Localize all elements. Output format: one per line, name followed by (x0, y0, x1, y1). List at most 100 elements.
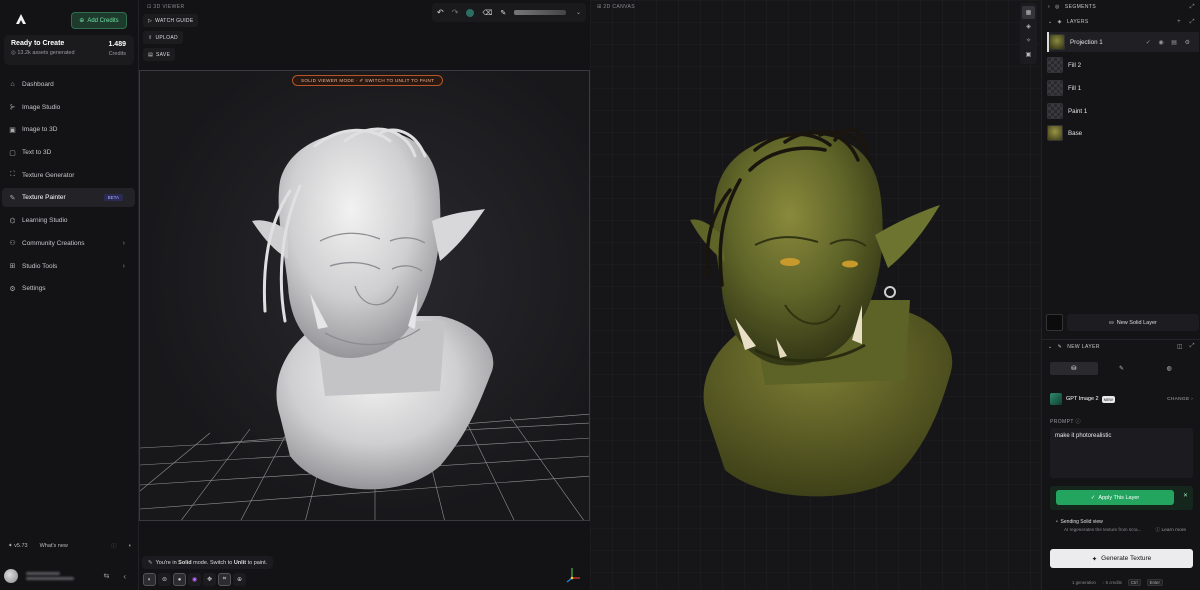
pen-icon[interactable]: ✎ (500, 9, 506, 17)
new-solid-layer-button[interactable]: ⛀ New Solid Layer (1067, 314, 1199, 331)
layers-header[interactable]: ⌄ ◈ LAYERS + ⤢ (1042, 15, 1200, 29)
viewer-3d-label: ⊡ 3D VIEWER (147, 4, 185, 10)
redo-icon[interactable]: ↷ (452, 8, 459, 17)
prompt-label: PROMPT ⓘ (1050, 419, 1081, 425)
learn-more-link[interactable]: ⓘ Learn more (1155, 526, 1186, 533)
avatar (4, 569, 18, 583)
generate-footer: 1 generation ◌ 5 credits Ctrl Enter (1072, 579, 1163, 586)
app-logo-icon[interactable] (15, 13, 27, 25)
whats-new-link[interactable]: What's new (40, 543, 68, 549)
chevron-right-icon: › (1048, 4, 1051, 10)
model-selector[interactable]: GPT Image 2 NEW CHANGE › (1050, 390, 1193, 408)
expand-icon[interactable]: ⤢ (1190, 343, 1195, 350)
chevron-down-icon[interactable]: ⌄ (576, 9, 581, 16)
chevron-down-icon: ⌄ (1048, 343, 1053, 350)
expand-icon[interactable]: ⤢ (1190, 19, 1195, 26)
right-panel: › ◎ SEGMENTS ⤢ ⌄ ◈ LAYERS + ⤢ Projection… (1041, 0, 1200, 590)
brush-icon: ✎ (9, 194, 16, 202)
switch-account-icon[interactable]: ⇆ (103, 572, 109, 580)
generate-texture-button[interactable]: ✦ Generate Texture (1050, 549, 1193, 568)
view-mode-toolbar: ◐ ⊜ ● ◉ ✥ ⌗ ⊕ (143, 573, 246, 586)
layer-projection-1[interactable]: Projection 1 ✓ ◉ ▤ ⚙ (1047, 32, 1199, 52)
nav-image-to-3d[interactable]: ▣ Image to 3D (2, 120, 135, 139)
theme-toggle-icon[interactable]: ◐ (129, 543, 132, 549)
new-layer-header[interactable]: ⌄ ✎ NEW LAYER ◫ ⤢ (1042, 339, 1200, 353)
new-solid-layer-row: ⛀ New Solid Layer (1046, 314, 1199, 331)
add-credits-button[interactable]: ⊕ Add Credits (71, 12, 127, 29)
nav-community-creations[interactable]: ⚇ Community Creations › (2, 234, 135, 253)
sparkle-icon: ✦ (8, 543, 13, 549)
graduation-icon: ⌬ (9, 217, 16, 225)
apply-layer-button[interactable]: ✓ Apply This Layer (1056, 490, 1174, 505)
image-icon[interactable]: ▣ (1022, 48, 1035, 61)
nav-learning-studio[interactable]: ⌬ Learning Studio (2, 211, 135, 230)
solid-color-swatch[interactable] (1046, 314, 1063, 331)
model-name: GPT Image 2 (1066, 396, 1099, 402)
move-icon[interactable]: ✥ (203, 573, 216, 586)
matcap-view-icon[interactable]: ● (173, 573, 186, 586)
text-to-3d-icon: ▢ (9, 149, 16, 157)
nav-settings[interactable]: ⚙ Settings (2, 279, 135, 298)
nav-texture-painter[interactable]: ✎ Texture Painter BETA (2, 188, 135, 208)
target-icon[interactable]: ⊕ (233, 573, 246, 586)
pen-icon: ✎ (1057, 343, 1063, 350)
info-icon: ⓘ (1155, 528, 1161, 533)
color-swatch[interactable] (466, 8, 475, 17)
change-model-button[interactable]: CHANGE › (1167, 397, 1193, 402)
mode-hint-message: ✎ You're in Solid mode. Switch to Unlit … (142, 556, 274, 569)
main-nav: ⌂ Dashboard ⊱ Image Studio ▣ Image to 3D ▢ T… (2, 75, 135, 302)
expand-icon[interactable]: ⤢ (1190, 4, 1195, 11)
segments-header[interactable]: › ◎ SEGMENTS ⤢ (1042, 0, 1200, 14)
home-icon: ⌂ (10, 81, 15, 88)
close-icon[interactable]: ✕ (1183, 492, 1188, 499)
3d-viewport[interactable]: SOLID VIEWER MODE · ✐ SWITCH TO UNLIT TO… (139, 70, 590, 521)
save-button[interactable]: ▤ SAVE (143, 48, 176, 61)
layer-actions[interactable]: ✓ ◉ ▤ ⚙ (1146, 39, 1193, 46)
brush-size-slider[interactable] (514, 10, 567, 15)
layer-thumbnail (1049, 34, 1065, 50)
add-layer-icon[interactable]: + (1177, 19, 1181, 25)
nav-image-studio[interactable]: ⊱ Image Studio (2, 98, 135, 117)
tab-fill[interactable]: ◍ (1145, 362, 1193, 375)
nav-studio-tools[interactable]: ⊞ Studio Tools › (2, 257, 135, 276)
solid-view-icon[interactable]: ◐ (143, 573, 156, 586)
layers-view-icon[interactable]: ▦ (1022, 6, 1035, 19)
chevron-right-icon: › (122, 262, 125, 270)
paint-bucket-icon: ⛀ (1109, 319, 1114, 326)
canvas-2d-panel[interactable]: ⊞ 2D CANVAS ▦ ◈ ✧ ▣ (590, 0, 1041, 590)
undo-icon[interactable]: ↶ (437, 8, 444, 17)
wireframe-view-icon[interactable]: ⊜ (158, 573, 171, 586)
sparkle-icon: ✦ (1091, 555, 1098, 563)
solid-mode-banner[interactable]: SOLID VIEWER MODE · ✐ SWITCH TO UNLIT TO… (292, 75, 444, 86)
tools-icon: ⊞ (9, 263, 16, 270)
brush-icon: ✎ (1118, 366, 1125, 372)
segments-icon: ◎ (1055, 4, 1060, 10)
stack-icon[interactable]: ◈ (1022, 20, 1035, 33)
user-profile[interactable]: ⇆ ‹ (4, 566, 134, 586)
info-icon[interactable]: ⓘ (111, 542, 117, 550)
dock-icon[interactable]: ◫ (1177, 343, 1183, 350)
brush-icon: ✎ (148, 559, 153, 566)
credits-value: 1.489 (108, 41, 126, 48)
crop-icon[interactable]: ⌗ (218, 573, 231, 586)
layer-base[interactable]: Base (1047, 123, 1199, 143)
collapse-sidebar-icon[interactable]: ‹ (123, 572, 126, 581)
nav-text-to-3d[interactable]: ▢ Text to 3D (2, 143, 135, 162)
prompt-input[interactable]: make it photorealistic (1050, 428, 1193, 478)
play-icon: ▷ (148, 17, 153, 24)
projection-icon: ⛁ (1071, 366, 1077, 372)
tab-paint[interactable]: ✎ (1098, 362, 1146, 375)
magic-wand-icon[interactable]: ✧ (1022, 34, 1035, 47)
tab-projection[interactable]: ⛁ (1050, 362, 1098, 375)
upload-button[interactable]: ⇪ UPLOAD (143, 31, 183, 44)
nav-texture-generator[interactable]: ⛶ Texture Generator (2, 166, 135, 185)
paint-toolbar: ↶ ↷ ⌫ ✎ ⌄ (432, 3, 586, 22)
layer-fill-2[interactable]: Fill 2 (1047, 55, 1199, 75)
layer-paint-1[interactable]: Paint 1 (1047, 101, 1199, 121)
eraser-icon[interactable]: ⌫ (482, 9, 492, 17)
nav-dashboard[interactable]: ⌂ Dashboard (2, 75, 135, 94)
viewer-3d-panel: ⊡ 3D VIEWER ▷ WATCH GUIDE ⇪ UPLOAD ▤ SAVE ↶… (139, 0, 590, 590)
unlit-view-icon[interactable]: ◉ (188, 573, 201, 586)
layer-fill-1[interactable]: Fill 1 (1047, 78, 1199, 98)
watch-guide-button[interactable]: ▷ WATCH GUIDE (143, 14, 199, 27)
